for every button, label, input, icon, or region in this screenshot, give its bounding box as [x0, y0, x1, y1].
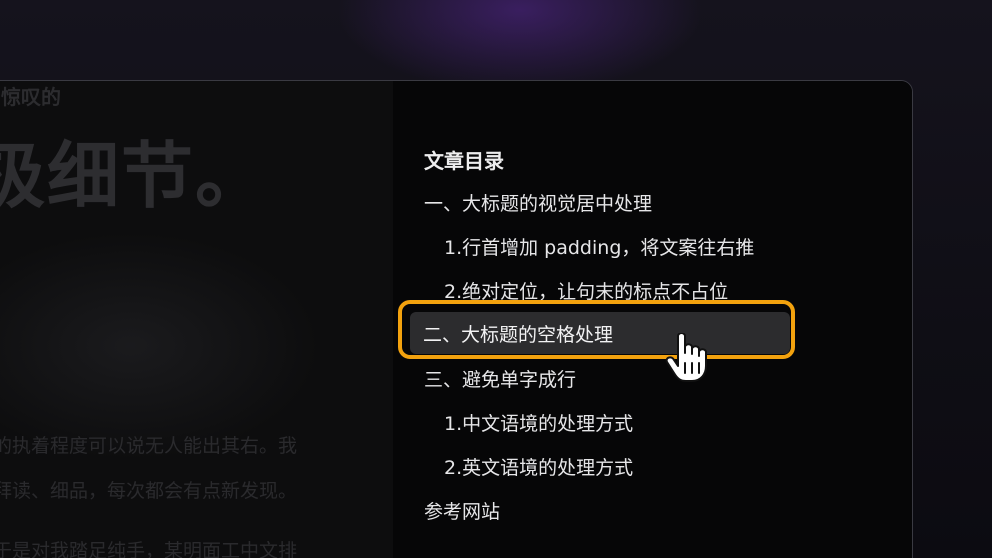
- article-paragraph-line: 于是对我踏足纯手，某明面工中文排: [0, 540, 298, 558]
- toc-item-references[interactable]: 参考网站: [424, 497, 500, 524]
- toc-item-avoid-single-char[interactable]: 三、避免单字成行: [424, 365, 576, 392]
- article-kicker: 惊叹的: [1, 85, 61, 109]
- hand-pointer-icon: [665, 333, 707, 382]
- article-paragraph-line: 的执着程度可以说无人能出其右。我: [0, 435, 298, 457]
- toc-item-english-context[interactable]: 2.英文语境的处理方式: [444, 453, 633, 480]
- toc-item-chinese-context[interactable]: 1.中文语境的处理方式: [444, 409, 633, 436]
- toc-item-title-spacing[interactable]: 二、大标题的空格处理: [423, 320, 613, 347]
- article-paragraph-line: 拜读、细品，每次都会有点新发现。: [0, 480, 298, 502]
- background-glow: [0, 231, 321, 461]
- screen: 惊叹的 极细节。 的执着程度可以说无人能出其右。我 拜读、细品，每次都会有点新发…: [0, 0, 992, 558]
- toc-item-visual-centering[interactable]: 一、大标题的视觉居中处理: [424, 189, 652, 216]
- toc-title: 文章目录: [424, 149, 504, 173]
- article-headline: 极细节。: [0, 134, 270, 218]
- toc-item-padding[interactable]: 1.行首增加 padding，将文案往右推: [444, 233, 754, 260]
- article-pane: 惊叹的 极细节。 的执着程度可以说无人能出其右。我 拜读、细品，每次都会有点新发…: [0, 81, 393, 558]
